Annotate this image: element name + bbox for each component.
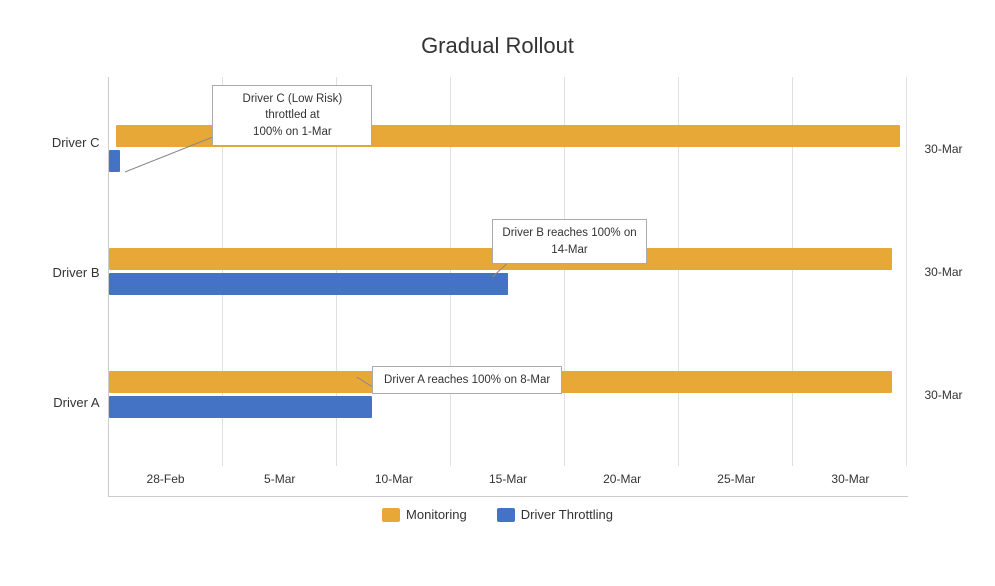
y-label-driver-b: Driver B <box>28 266 108 279</box>
x-label-5mar: 5-Mar <box>223 466 337 496</box>
bar-row-a-blue <box>109 396 908 418</box>
legend-label-throttling: Driver Throttling <box>521 507 613 522</box>
right-axis-spacer <box>908 77 968 497</box>
annotation-driver-b: Driver B reaches 100% on14-Mar <box>492 219 647 263</box>
legend-label-monitoring: Monitoring <box>406 507 467 522</box>
right-label-a: 30-Mar <box>924 388 962 402</box>
y-label-driver-c: Driver C <box>28 136 108 149</box>
right-label-b: 30-Mar <box>924 265 962 279</box>
x-label-10mar: 10-Mar <box>337 466 451 496</box>
y-label-driver-a: Driver A <box>28 396 108 409</box>
bar-c-throttling <box>109 150 121 172</box>
bar-a-throttling <box>109 396 373 418</box>
x-label-15mar: 15-Mar <box>451 466 565 496</box>
x-axis: 28-Feb 5-Mar 10-Mar 15-Mar 20-Mar 25-Mar… <box>109 466 908 496</box>
x-label-20mar: 20-Mar <box>565 466 679 496</box>
legend-item-monitoring: Monitoring <box>382 507 467 522</box>
legend-swatch-throttling <box>497 508 515 522</box>
x-label-25mar: 25-Mar <box>679 466 793 496</box>
bar-row-c-blue <box>109 150 908 172</box>
annotation-driver-c: Driver C (Low Risk) throttled at100% on … <box>212 85 372 145</box>
legend-swatch-monitoring <box>382 508 400 522</box>
bar-b-throttling <box>109 273 509 295</box>
chart-title: Gradual Rollout <box>28 33 968 59</box>
bar-row-b-blue <box>109 273 908 295</box>
legend-item-driver-throttling: Driver Throttling <box>497 507 613 522</box>
plot-area: 30-Mar 30-Mar <box>108 77 908 497</box>
x-label-28feb: 28-Feb <box>109 466 223 496</box>
annotation-driver-a: Driver A reaches 100% on 8-Mar <box>372 366 562 394</box>
legend: Monitoring Driver Throttling <box>28 507 968 522</box>
x-label-30mar: 30-Mar <box>793 466 907 496</box>
y-axis-labels: Driver C Driver B Driver A <box>28 77 108 497</box>
chart-container: Gradual Rollout Driver C Driver B Driver… <box>18 13 978 573</box>
right-label-c: 30-Mar <box>924 142 962 156</box>
chart-body: Driver C Driver B Driver A <box>28 77 968 497</box>
